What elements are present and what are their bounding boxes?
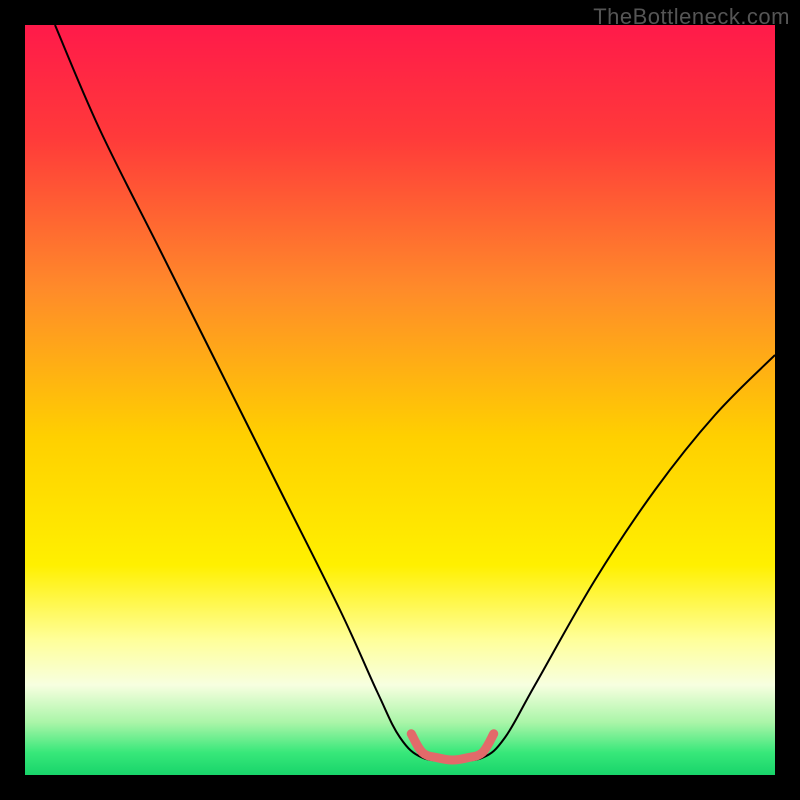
chart-svg — [25, 25, 775, 775]
chart-background — [25, 25, 775, 775]
watermark-text: TheBottleneck.com — [593, 4, 790, 30]
chart-frame: TheBottleneck.com — [0, 0, 800, 800]
chart-plot-area — [25, 25, 775, 775]
